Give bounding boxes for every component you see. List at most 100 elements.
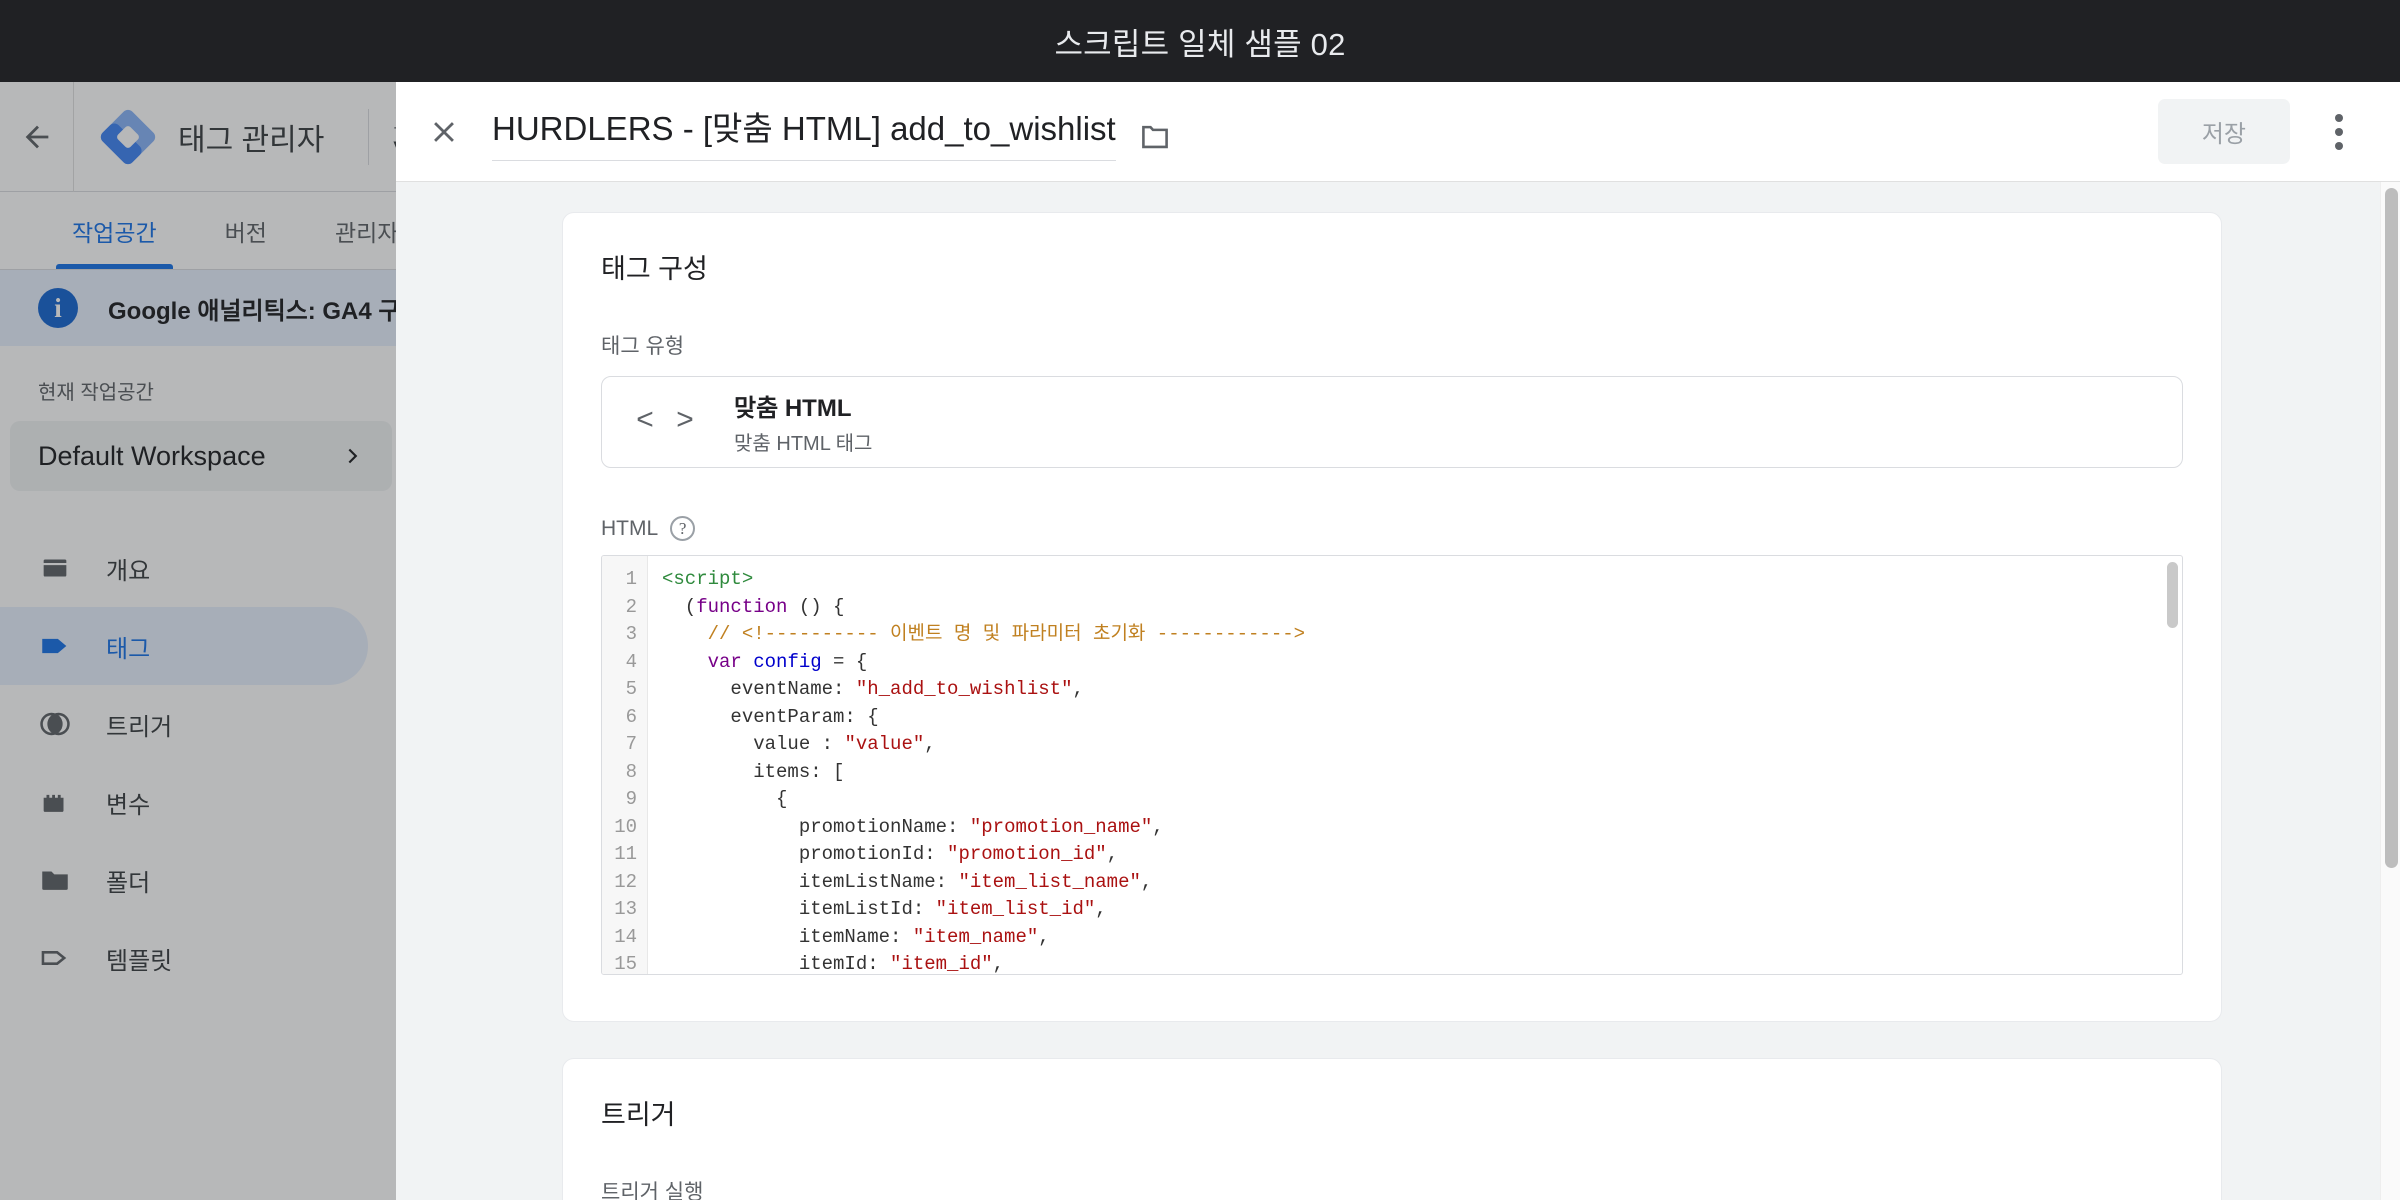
code-token: , — [1106, 843, 1119, 865]
tag-edit-dialog: HURDLERS - [맞춤 HTML] add_to_wishlist 저장 … — [396, 82, 2400, 1200]
dialog-scrollbar-thumb[interactable] — [2385, 188, 2398, 868]
tag-type-selector[interactable]: < > 맞춤 HTML 맞춤 HTML 태그 — [601, 376, 2183, 468]
help-icon[interactable]: ? — [670, 516, 696, 541]
code-line: { — [662, 786, 2182, 814]
code-line: (function () { — [662, 594, 2182, 622]
line-number: 6 — [625, 705, 637, 728]
code-token: itemId: — [662, 953, 891, 974]
code-token: eventParam: { — [662, 705, 879, 728]
code-token: "item_id" — [890, 953, 993, 974]
code-token: , — [1072, 678, 1084, 700]
html-field-label-row: HTML ? — [601, 516, 2183, 541]
close-icon — [434, 121, 454, 142]
dialog-actions: 저장 — [2157, 99, 2400, 164]
code-token: , — [924, 733, 936, 755]
code-token: // <!---------- 이벤트 명 및 파라미터 초기화 -------… — [707, 623, 1306, 645]
line-number: 15 — [614, 953, 637, 975]
code-token: , — [992, 953, 1005, 974]
dialog-body[interactable]: 태그 구성 태그 유형 < > 맞춤 HTML 맞춤 HTML 태그 HTML … — [396, 182, 2400, 1200]
trigger-card: 트리거 트리거 실행 — [562, 1058, 2222, 1200]
line-number: 8 — [625, 760, 637, 783]
kebab-dot — [2335, 141, 2343, 150]
code-token: ( — [662, 595, 697, 618]
code-token: "promotion_name" — [969, 815, 1153, 838]
dialog-scroll-content: 태그 구성 태그 유형 < > 맞춤 HTML 맞춤 HTML 태그 HTML … — [396, 182, 2376, 1200]
code-token: config — [753, 650, 822, 673]
editor-scrollbar-thumb[interactable] — [2167, 562, 2178, 628]
code-line: eventParam: { — [662, 704, 2182, 732]
line-number: 11 — [614, 843, 637, 865]
code-token: function — [696, 595, 788, 618]
line-number: 9 — [625, 788, 637, 810]
editor-line-numbers: 12345678910111213141516171819 — [602, 556, 648, 974]
tag-type-text: 맞춤 HTML 맞춤 HTML 태그 — [734, 388, 872, 456]
kebab-dot — [2335, 127, 2343, 136]
firing-trigger-label: 트리거 실행 — [601, 1181, 704, 1200]
card-title: 태그 구성 — [601, 254, 708, 284]
code-token: value : — [662, 733, 845, 755]
line-number: 2 — [625, 595, 637, 618]
kebab-dot — [2335, 113, 2343, 122]
code-line: eventName: "h_add_to_wishlist", — [662, 676, 2182, 704]
line-number: 10 — [614, 815, 637, 838]
line-number: 5 — [625, 678, 637, 700]
code-token: "item_list_id" — [935, 898, 1096, 920]
code-token: itemListName: — [662, 870, 959, 893]
code-line: // <!---------- 이벤트 명 및 파라미터 초기화 -------… — [662, 621, 2182, 649]
close-button[interactable] — [396, 82, 492, 182]
code-token: , — [1152, 815, 1164, 838]
line-number: 3 — [625, 623, 637, 645]
code-token: itemListId: — [662, 898, 936, 920]
code-token: itemName: — [662, 925, 913, 948]
more-vert-icon[interactable] — [2308, 101, 2370, 163]
code-line: itemId: "item_id", — [662, 951, 2182, 974]
tag-type-description: 맞춤 HTML 태그 — [734, 433, 873, 455]
code-token: promotionName: — [662, 815, 970, 838]
code-token: "promotion_id" — [947, 843, 1107, 865]
code-token: , — [1095, 898, 1107, 920]
tag-type-name: 맞춤 HTML — [734, 395, 852, 422]
html-label: HTML — [601, 516, 659, 540]
save-button[interactable]: 저장 — [2157, 99, 2290, 164]
code-line: items: [ — [662, 759, 2182, 787]
html-code-editor[interactable]: 12345678910111213141516171819 <script> (… — [601, 555, 2183, 975]
window-title: 스크립트 일체 샘플 02 — [1054, 26, 1346, 62]
code-brackets-icon: < > — [636, 405, 697, 439]
code-line: promotionName: "promotion_name", — [662, 814, 2182, 842]
tag-name-input[interactable]: HURDLERS - [맞춤 HTML] add_to_wishlist — [492, 102, 1116, 161]
line-number: 7 — [625, 733, 637, 755]
code-line: var config = { — [662, 649, 2182, 677]
code-line: itemListId: "item_list_id", — [662, 896, 2182, 924]
tag-configuration-card: 태그 구성 태그 유형 < > 맞춤 HTML 맞춤 HTML 태그 HTML … — [562, 212, 2222, 1022]
code-token: , — [1140, 870, 1153, 893]
code-token: "value" — [844, 733, 925, 755]
dialog-scrollbar[interactable] — [2380, 182, 2400, 1200]
code-token: = { — [821, 650, 868, 673]
code-line: promotionId: "promotion_id", — [662, 841, 2182, 869]
dialog-header: HURDLERS - [맞춤 HTML] add_to_wishlist 저장 — [396, 82, 2400, 182]
editor-code-area[interactable]: <script> (function () { // <!---------- … — [648, 556, 2182, 974]
code-token: "item_name" — [912, 925, 1039, 948]
folder-icon[interactable] — [1138, 121, 1172, 151]
code-token: { — [662, 788, 788, 810]
code-line: itemName: "item_name", — [662, 924, 2182, 952]
dialog-title-area: HURDLERS - [맞춤 HTML] add_to_wishlist — [492, 102, 2158, 161]
code-token: , — [1038, 925, 1050, 948]
code-token: items: [ — [662, 760, 845, 783]
editor-scrollbar[interactable] — [2166, 558, 2179, 974]
line-number: 13 — [614, 898, 637, 920]
card-title: 트리거 — [601, 1100, 676, 1130]
line-number: 14 — [614, 925, 637, 948]
code-line: value : "value", — [662, 731, 2182, 759]
code-token: promotionId: — [662, 843, 948, 865]
window-titlebar: 스크립트 일체 샘플 02 — [0, 0, 2400, 82]
code-token: () { — [787, 595, 845, 618]
code-token: "h_add_to_wishlist" — [855, 678, 1073, 700]
tag-type-label: 태그 유형 — [601, 335, 685, 358]
line-number: 4 — [625, 650, 637, 673]
code-line: itemListName: "item_list_name", — [662, 869, 2182, 897]
code-token: var — [707, 650, 742, 673]
